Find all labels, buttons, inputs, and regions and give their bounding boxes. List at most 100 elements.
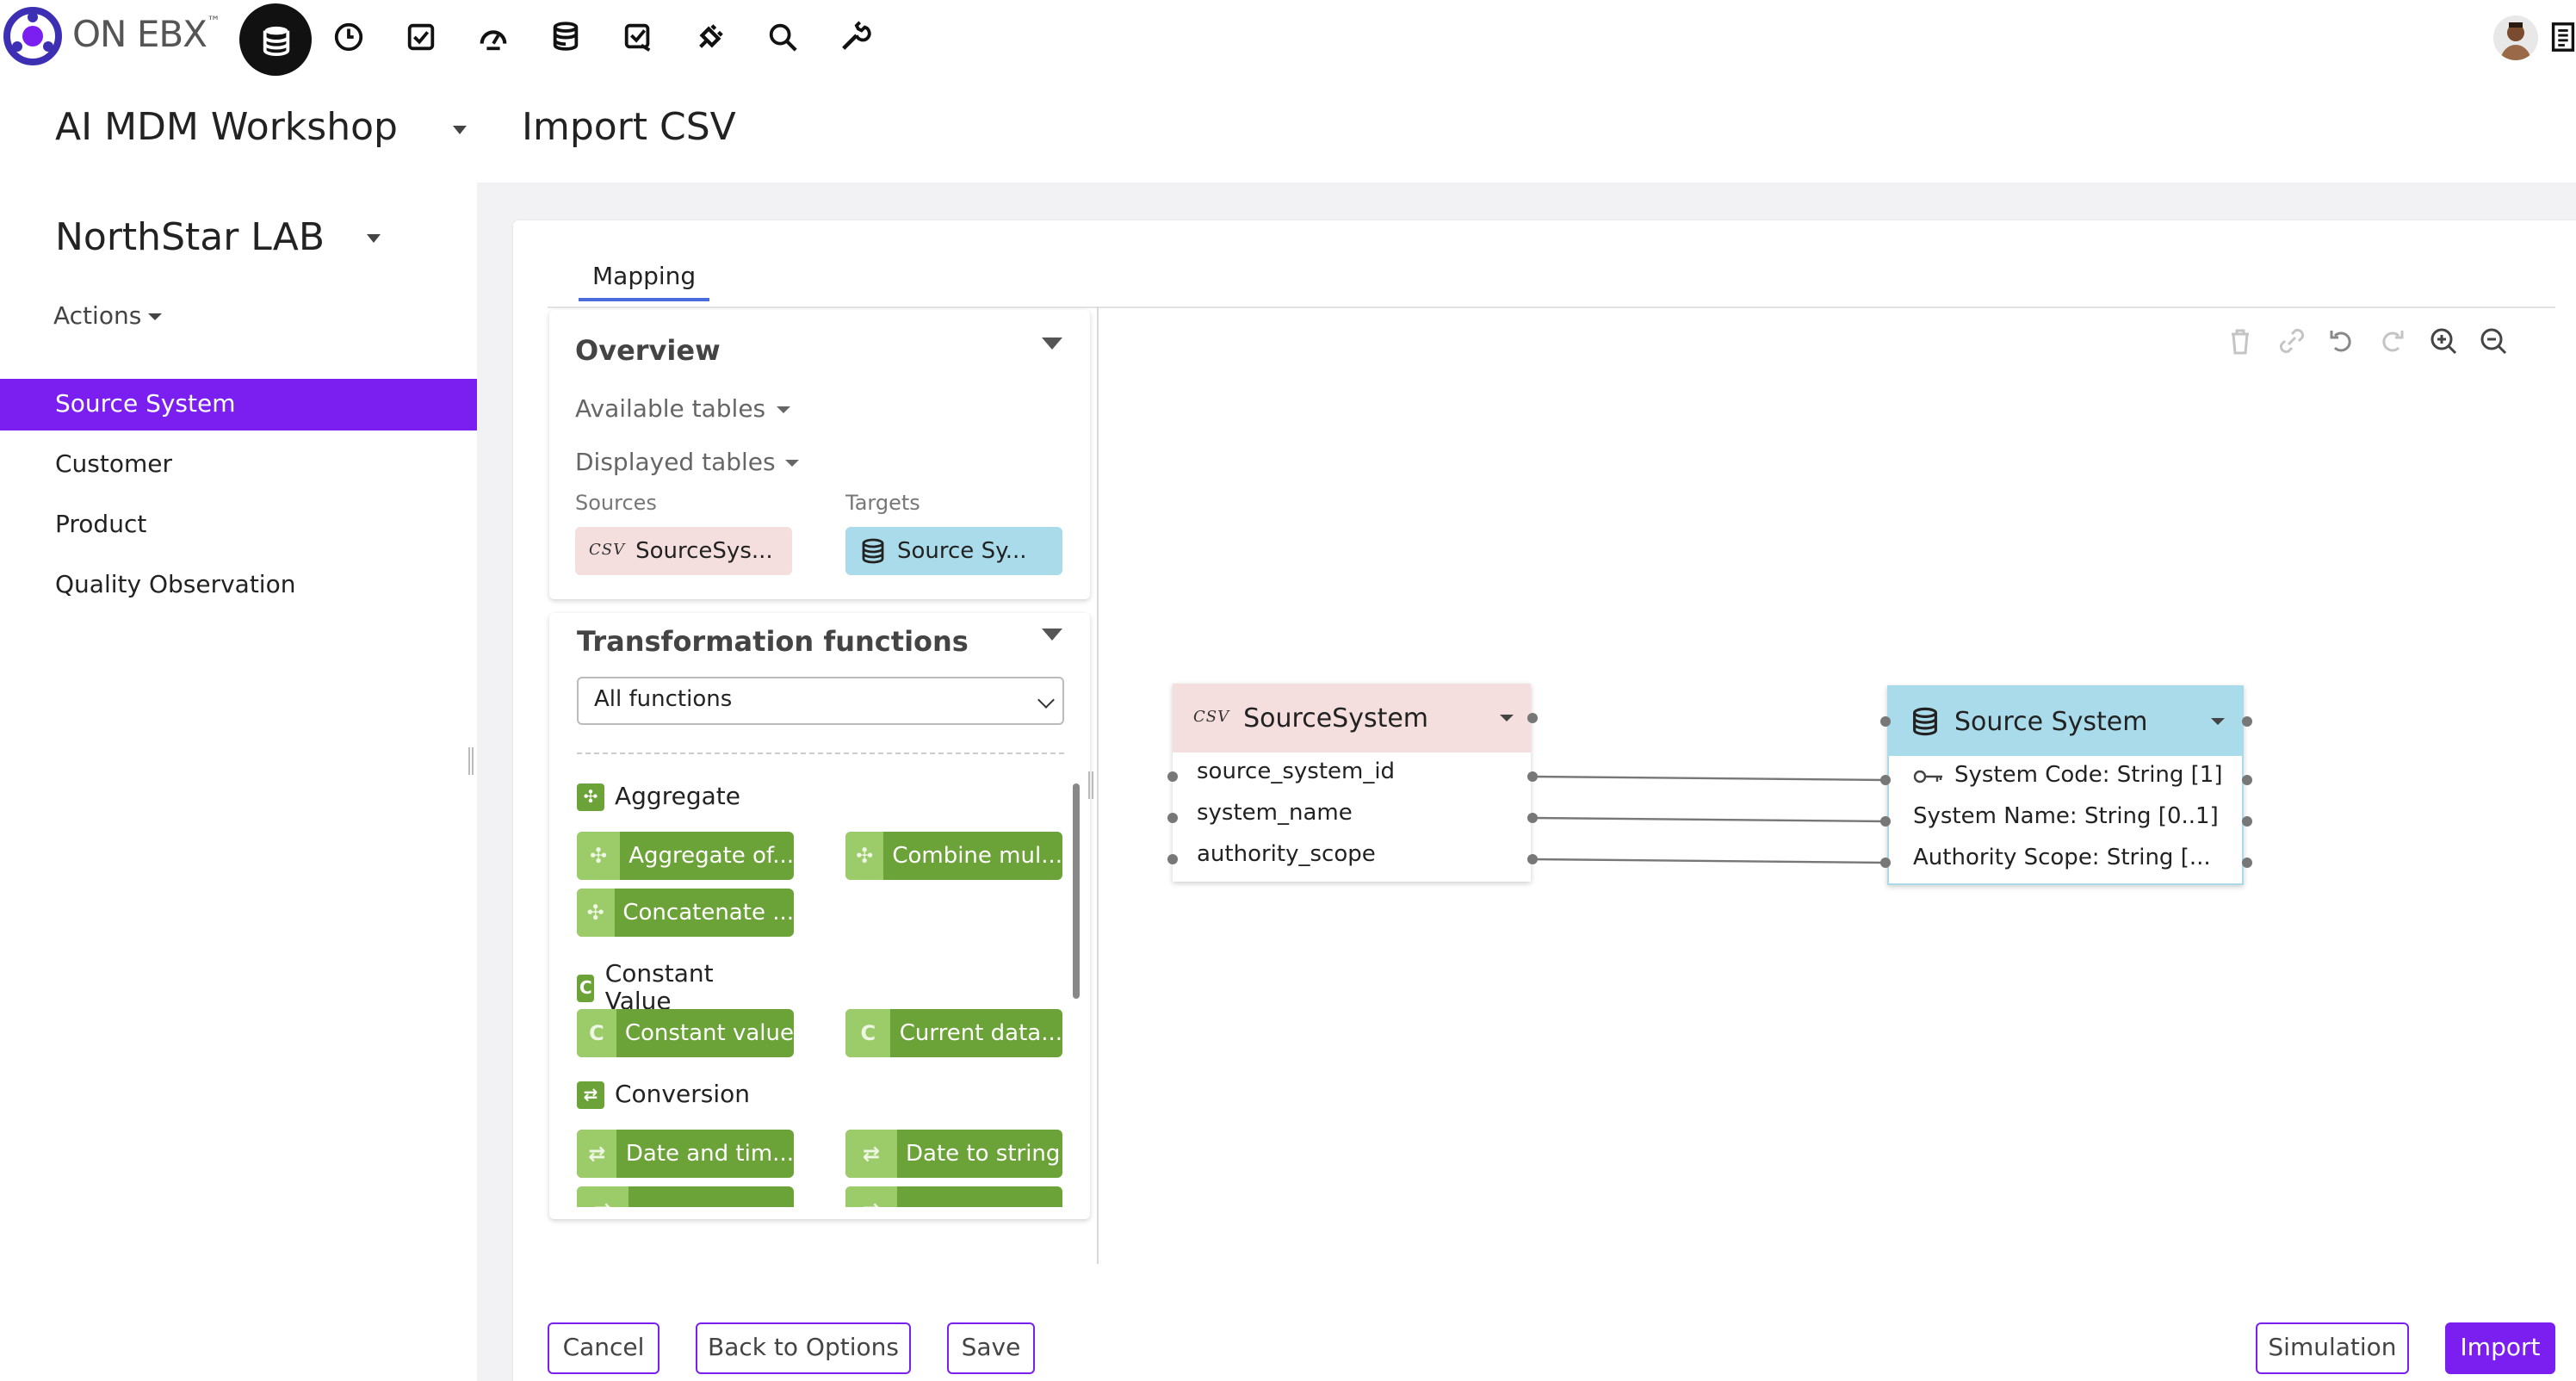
dataspace-dropdown-icon[interactable] [367, 234, 381, 243]
sidebar-item-product[interactable]: Product [0, 499, 477, 551]
target-port-right[interactable] [2242, 775, 2252, 785]
available-tables-dropdown[interactable]: Available tables [575, 396, 790, 424]
actions-menu[interactable]: Actions [53, 303, 163, 331]
source-port-right[interactable] [1527, 854, 1538, 864]
collapse-transformations-icon[interactable] [1042, 629, 1062, 641]
group-conversion: ⇄ Conversion [577, 1081, 750, 1109]
function-aggregate-of[interactable]: ✣ Aggregate of... [577, 832, 794, 880]
target-port-right[interactable] [2242, 858, 2252, 868]
back-to-options-button[interactable]: Back to Options [696, 1322, 911, 1374]
target-port-left[interactable] [1880, 775, 1891, 785]
caret-down-icon[interactable] [2211, 718, 2225, 725]
function-date-to-string[interactable]: ⇄ Date to string [845, 1130, 1062, 1178]
delete-icon[interactable] [2225, 325, 2256, 356]
plugin-icon[interactable] [687, 14, 732, 59]
source-port-left[interactable] [1167, 813, 1178, 823]
caret-down-icon [776, 406, 790, 413]
constant-icon: C [577, 975, 595, 1002]
save-button[interactable]: Save [947, 1322, 1035, 1374]
tasks-icon[interactable] [398, 14, 443, 59]
splitter-handle[interactable] [1088, 771, 1093, 799]
source-field[interactable]: authority_scope [1173, 835, 1531, 876]
cancel-button[interactable]: Cancel [548, 1322, 659, 1374]
target-port-left[interactable] [1880, 858, 1891, 868]
source-port-left[interactable] [1167, 771, 1178, 782]
sidebar-item-quality-observation[interactable]: Quality Observation [0, 560, 477, 611]
redo-icon[interactable] [2376, 325, 2407, 356]
collapse-overview-icon[interactable] [1042, 338, 1062, 350]
csv-icon: CSV [589, 542, 626, 560]
group-aggregate: ✣ Aggregate [577, 783, 740, 811]
function-combine-multiple[interactable]: ✣ Combine mul... [845, 832, 1062, 880]
datasets-icon[interactable] [542, 14, 587, 59]
sources-label: Sources [575, 491, 657, 515]
target-port-left[interactable] [1880, 816, 1891, 827]
function-current-date[interactable]: C Current data... [845, 1009, 1062, 1057]
ebx-logo-icon[interactable] [3, 7, 62, 65]
import-button[interactable]: Import [2445, 1322, 2555, 1374]
sidebar-item-source-system[interactable]: Source System [0, 379, 477, 430]
target-header-port[interactable] [1880, 716, 1891, 727]
avatar[interactable] [2493, 15, 2538, 60]
target-node-header[interactable]: Source System [1889, 687, 2242, 756]
top-bar: ON EBX™ [0, 0, 2576, 76]
sidebar-item-customer[interactable]: Customer [0, 439, 477, 491]
target-header-port[interactable] [2242, 716, 2252, 727]
source-header-port[interactable] [1527, 713, 1538, 723]
displayed-tables-dropdown[interactable]: Displayed tables [575, 449, 800, 477]
zoom-out-icon[interactable] [2478, 325, 2509, 356]
function-partial-hidden[interactable]: ⇄ [845, 1186, 1062, 1207]
tab-mapping[interactable]: Mapping [579, 263, 710, 301]
targets-label: Targets [845, 491, 920, 515]
constant-icon: C [577, 1009, 616, 1057]
swap-icon: ⇄ [577, 1081, 604, 1109]
move-icon: ✣ [577, 889, 615, 937]
workflow-icon[interactable] [615, 14, 659, 59]
source-table-chip[interactable]: CSV SourceSys... [575, 527, 792, 575]
function-partial-hidden[interactable]: ⇄ [577, 1186, 794, 1207]
function-concatenate[interactable]: ✣ Concatenate ... [577, 889, 794, 937]
source-port-right[interactable] [1527, 771, 1538, 782]
function-filter-select[interactable]: All functions [577, 677, 1064, 725]
tools-icon[interactable] [832, 14, 876, 59]
workspace-title[interactable]: AI MDM Workshop [55, 107, 398, 150]
function-list-scrollbar[interactable] [1073, 783, 1080, 999]
history-icon[interactable] [325, 14, 370, 59]
source-node-header[interactable]: CSV SourceSystem [1173, 684, 1531, 752]
caret-down-icon[interactable] [1500, 715, 1514, 721]
logo-text: ON EBX™ [72, 14, 220, 55]
database-icon [1913, 707, 1937, 736]
search-icon[interactable] [759, 14, 804, 59]
dataspace-title[interactable]: NorthStar LAB [55, 217, 325, 260]
source-port-left[interactable] [1167, 854, 1178, 864]
zoom-in-icon[interactable] [2428, 325, 2459, 356]
undo-icon[interactable] [2326, 325, 2357, 356]
target-field[interactable]: Authority Scope: String [... [1889, 839, 2242, 880]
function-date-and-time[interactable]: ⇄ Date and tim... [577, 1130, 794, 1178]
target-table-chip[interactable]: Source Sy... [845, 527, 1062, 575]
notes-list-icon[interactable] [2540, 14, 2576, 59]
key-icon [1913, 770, 1942, 783]
workspace-dropdown-icon[interactable] [453, 126, 467, 134]
target-port-right[interactable] [2242, 816, 2252, 827]
target-field[interactable]: System Code: String [1] [1889, 756, 2242, 797]
source-table-node[interactable]: CSV SourceSystem source_system_id system… [1173, 684, 1531, 882]
target-field[interactable]: System Name: String [0..1] [1889, 797, 2242, 839]
source-port-right[interactable] [1527, 813, 1538, 823]
simulation-button[interactable]: Simulation [2256, 1322, 2409, 1374]
sidebar-resize-handle[interactable] [468, 747, 474, 775]
unlink-icon[interactable] [2276, 325, 2307, 356]
source-field[interactable]: source_system_id [1173, 752, 1531, 794]
panel-splitter [1097, 307, 1099, 1264]
dashboard-icon[interactable] [470, 14, 515, 59]
move-icon: ✣ [577, 783, 604, 811]
caret-down-icon [148, 313, 163, 320]
function-constant-value[interactable]: C Constant value [577, 1009, 794, 1057]
database-icon[interactable] [239, 3, 312, 76]
swap-icon: ⇄ [577, 1186, 629, 1207]
source-field[interactable]: system_name [1173, 794, 1531, 835]
target-node-title: Source System [1954, 706, 2148, 737]
move-icon: ✣ [577, 832, 621, 880]
target-table-node[interactable]: Source System System Code: String [1] Sy… [1887, 685, 2244, 885]
transformation-title: Transformation functions [577, 625, 969, 658]
